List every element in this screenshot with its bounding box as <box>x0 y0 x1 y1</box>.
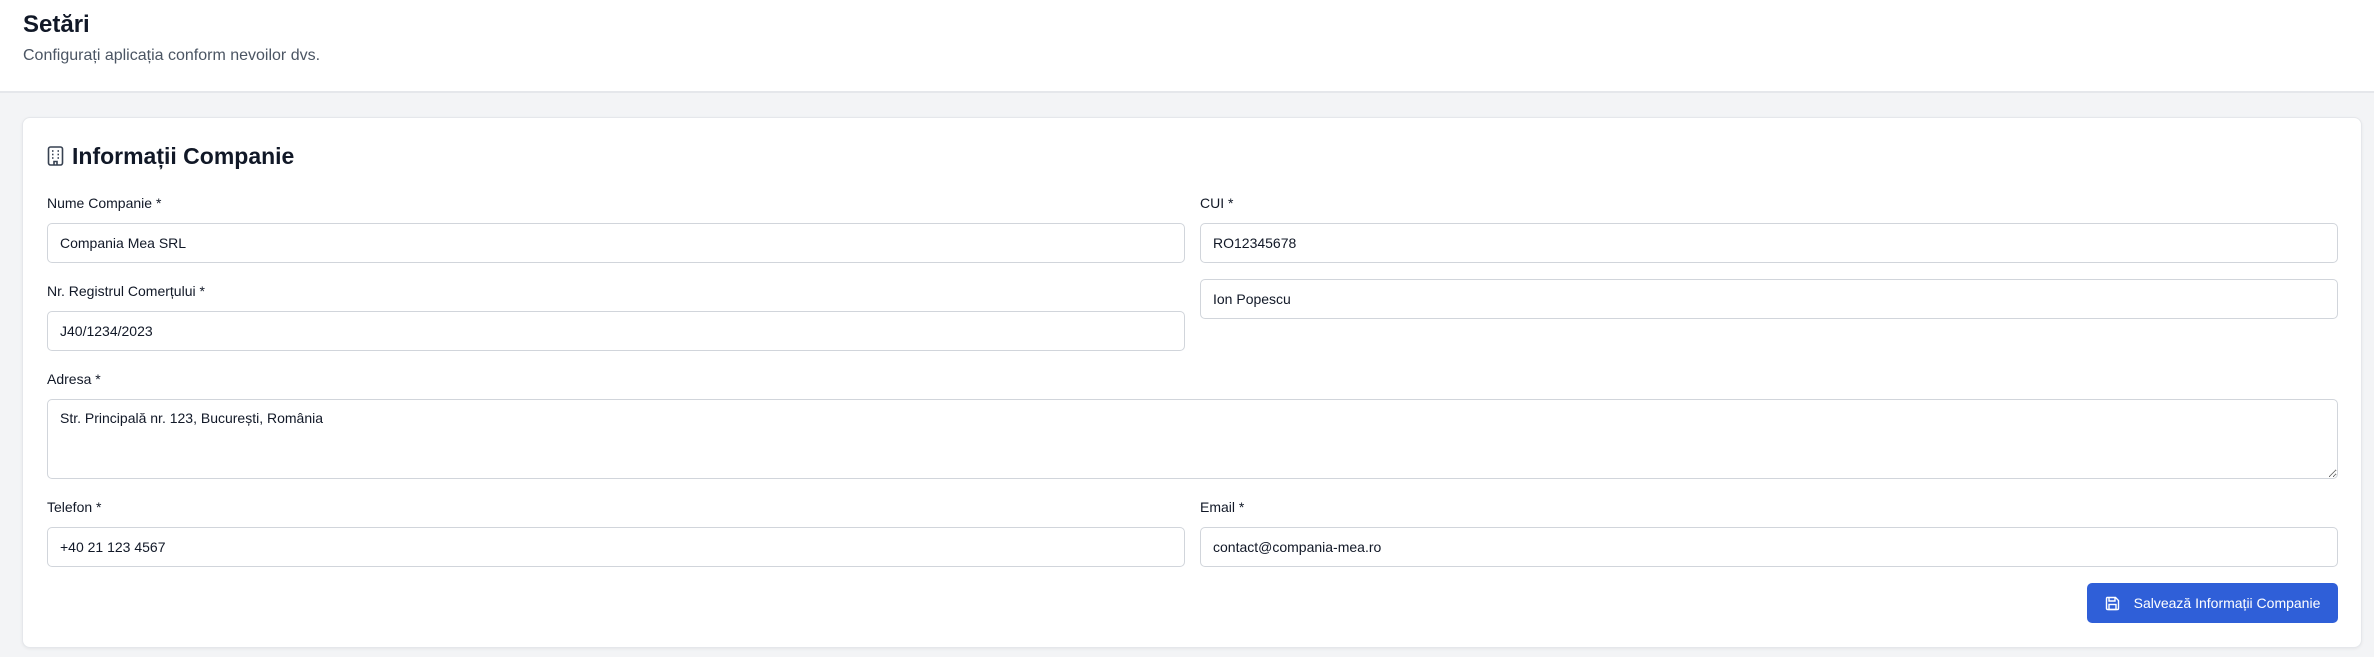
section-title: Informații Companie <box>47 141 294 171</box>
page-subtitle: Configurați aplicația conform nevoilor d… <box>23 47 321 64</box>
cui-label: CUI * <box>1200 195 1234 211</box>
company-name-label: Nume Companie * <box>47 195 162 211</box>
page-title: Setări <box>23 11 90 38</box>
address-label: Adresa * <box>47 371 101 387</box>
company-info-card: Informații Companie Nume Companie * CUI … <box>22 117 2362 648</box>
building-icon <box>47 146 64 166</box>
phone-label: Telefon * <box>47 499 102 515</box>
save-icon <box>2105 596 2120 611</box>
save-button-label: Salvează Informații Companie <box>2133 595 2321 611</box>
save-company-info-button[interactable]: Salvează Informații Companie <box>2087 583 2338 623</box>
registry-number-input[interactable] <box>47 311 1185 351</box>
email-label: Email * <box>1200 499 1245 515</box>
registry-number-label: Nr. Registrul Comerțului * <box>47 283 205 299</box>
company-name-input[interactable] <box>47 223 1185 263</box>
phone-input[interactable] <box>47 527 1185 567</box>
email-input[interactable] <box>1200 527 2338 567</box>
address-textarea[interactable]: Str. Principală nr. 123, București, Româ… <box>47 399 2338 479</box>
representative-input[interactable] <box>1200 279 2338 319</box>
cui-input[interactable] <box>1200 223 2338 263</box>
section-title-text: Informații Companie <box>72 143 295 169</box>
page-header: Setări Configurați aplicația conform nev… <box>0 0 2374 93</box>
